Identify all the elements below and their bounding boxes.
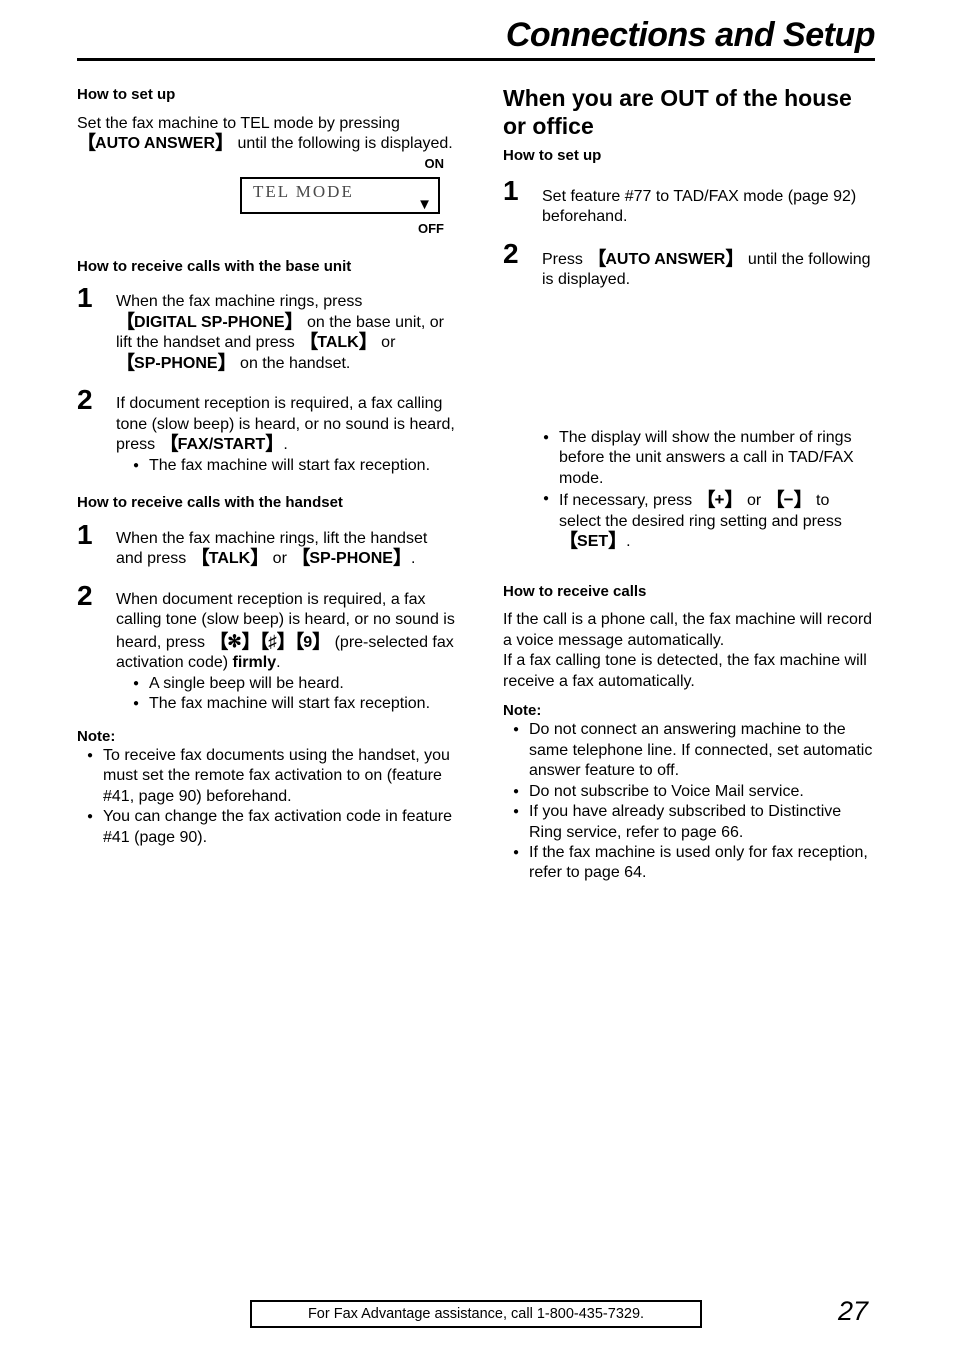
step-text: When the fax machine rings, lift the han… [116,522,455,570]
heading-how-to-receive-calls: How to receive calls [503,582,647,600]
setup-paragraph: Set the fax machine to TEL mode by press… [77,114,455,155]
lcd-screen-text: TEL MODE [253,181,354,201]
list-item: The fax machine will start fax reception… [132,456,455,476]
key-auto-answer: 【AUTO ANSWER】 [587,248,744,270]
list-item: The display will show the number of ring… [542,428,875,489]
list-item: If the fax machine is used only for fax … [512,843,875,884]
key-set: 【SET】 [559,531,627,553]
list-item-text: . [626,533,631,551]
page-number: 27 [838,1296,869,1326]
sharp-icon: ♯ [268,631,277,651]
heading-out-of-house: When you are OUT of the house or office [503,85,852,140]
list-item: A single beep will be heard. [132,674,455,694]
list-item: If you have already subscribed to Distin… [512,802,875,843]
lcd-on-label: ON [424,155,445,171]
receive-paragraph-1: If the call is a phone call, the fax mac… [503,611,873,649]
step-item: 2 When document reception is required, a… [77,579,455,715]
key-talk: 【TALK】 [299,332,378,354]
list-item: If necessary, press 【+】 or 【−】 to select… [542,489,875,552]
step-item: 1 When the fax machine rings, press 【DIG… [77,282,455,374]
heading-how-to-set-up: How to set up [77,86,176,103]
list-item-text: The display will show the number of ring… [559,428,854,487]
key-sp-phone: 【SP-PHONE】 [291,548,412,570]
note-bullet-list: To receive fax documents using the hands… [86,746,455,848]
note-label: Note: [503,702,542,720]
list-item: The fax machine will start fax reception… [132,694,455,714]
step-text: Press 【AUTO ANSWER】 until the following … [542,241,875,291]
key-plus: 【+】 [696,490,744,512]
step-bullet-list: A single beep will be heard. The fax mac… [132,674,455,715]
key-star: 【✻】 [209,631,260,653]
footer-assistance-text: For Fax Advantage assistance, call 1-800… [307,1306,645,1322]
display-illustration-placeholder [503,304,875,428]
key-nine: 【9】 [294,631,331,653]
list-item: You can change the fax activation code i… [86,807,455,848]
step-number: 1 [503,174,519,206]
page-title: Connections and Setup [505,16,876,54]
step-number: 1 [77,518,93,550]
step-text: Set feature #77 to TAD/FAX mode (page 92… [542,187,857,226]
setup-text-part1: Set the fax machine to TEL mode by press… [77,114,400,132]
footer-assistance-box: For Fax Advantage assistance, call 1-800… [250,1300,702,1328]
step-text-fragment: . [283,436,288,454]
lcd-display-figure: ON TEL MODE ▼ OFF [240,156,444,236]
lcd-screen: TEL MODE ▼ [240,176,440,214]
note-label: Note: [77,727,116,745]
step-text-fragment: or [376,334,396,352]
asterisk-icon: ✻ [227,631,242,651]
down-triangle-icon: ▼ [417,195,432,213]
right-column: When you are OUT of the house or office … [503,84,875,884]
key-digital-sp-phone: 【DIGITAL SP-PHONE】 [116,311,304,333]
setup-text-part2: until the following is displayed. [233,135,453,153]
step-text: When document reception is required, a f… [116,583,455,715]
list-item: Do not connect an answering machine to t… [512,720,875,781]
header-divider [77,58,875,61]
key-talk: 【TALK】 [190,548,270,570]
page-header: Connections and Setup [77,16,876,61]
note-bullet-list: Do not connect an answering machine to t… [512,720,875,884]
step-text-fragment: . [410,550,416,568]
step-item: 1 When the fax machine rings, lift the h… [77,518,455,570]
key-minus: 【−】 [765,490,813,512]
step-number: 2 [503,237,519,269]
step-text-fragment: . [276,654,281,672]
heading-how-to-set-up: How to set up [503,147,602,165]
step-number: 2 [77,579,93,611]
step-text-fragment: Press [542,250,588,268]
step-item: 1 Set feature #77 to TAD/FAX mode (page … [503,174,875,228]
step-text: If document reception is required, a fax… [116,387,455,476]
step-bullet-list: The fax machine will start fax reception… [132,456,455,476]
key-sp-phone: 【SP-PHONE】 [116,352,237,374]
step-text-fragment: on the handset. [235,354,351,372]
step-text: When the fax machine rings, press 【DIGIT… [116,285,455,374]
key-auto-answer: 【AUTO ANSWER】 [77,133,234,155]
key-fax-start: 【FAX/START】 [159,434,285,456]
step-text-fragment: When the fax machine rings, press [116,293,363,311]
emphasis-firmly: firmly [232,654,277,672]
heading-receive-base-unit: How to receive calls with the base unit [77,257,352,275]
list-item: To receive fax documents using the hands… [86,746,455,807]
step-number: 1 [77,282,93,314]
receive-paragraph-2: If a fax calling tone is detected, the f… [503,652,867,690]
step-number: 2 [77,384,93,416]
step-item: 2 If document reception is required, a f… [77,384,455,476]
heading-receive-handset: How to receive calls with the handset [77,494,343,512]
key-hash: 【♯】 [259,631,296,653]
setup-bullet-list: The display will show the number of ring… [542,428,875,553]
list-item-text: or [742,492,766,510]
step-text-fragment: or [268,550,292,568]
step-item: 2 Press 【AUTO ANSWER】 until the followin… [503,237,875,291]
list-item-text: If necessary, press [559,492,697,510]
left-column: How to set up Set the fax machine to TEL… [77,86,455,848]
list-item: Do not subscribe to Voice Mail service. [512,782,875,802]
lcd-off-label: OFF [418,220,444,236]
